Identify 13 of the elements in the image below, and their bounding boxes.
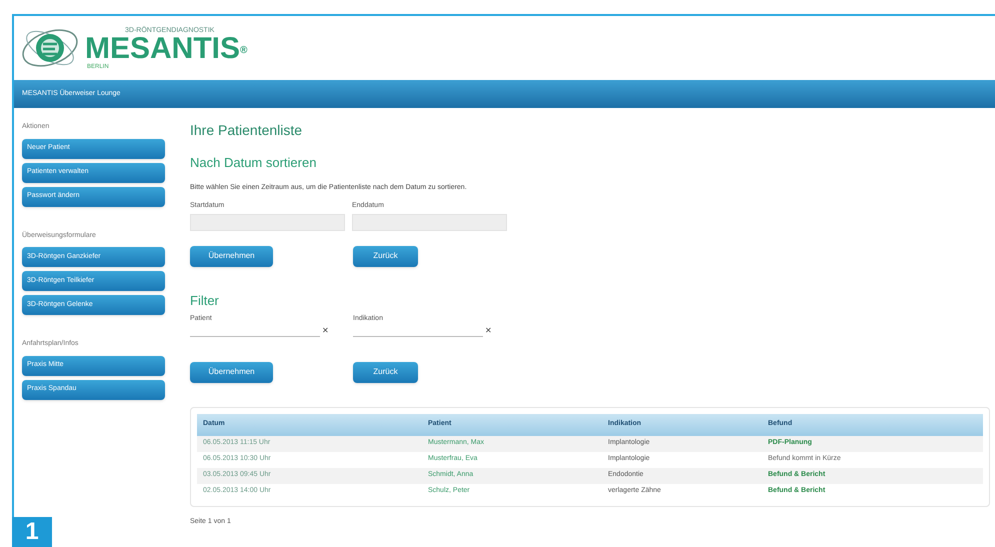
figure-number-badge: 1 <box>12 517 52 547</box>
apply-button[interactable]: Übernehmen <box>190 246 273 266</box>
section-heading: Nach Datum sortieren <box>190 154 318 172</box>
date-field[interactable] <box>190 214 345 230</box>
back-button[interactable]: Zurück <box>353 246 418 266</box>
logo-wordmark: MESANTIS$^{®}$ <box>85 34 248 64</box>
date-field[interactable] <box>352 214 507 230</box>
clear-button[interactable]: ✕ <box>322 324 329 336</box>
apply-button[interactable]: Übernehmen <box>190 362 273 382</box>
section-heading: Filter <box>190 292 220 310</box>
clear-button[interactable]: ✕ <box>485 324 492 336</box>
page-title: Ihre Patientenliste <box>190 121 304 140</box>
back-button[interactable]: Zurück <box>353 362 418 382</box>
